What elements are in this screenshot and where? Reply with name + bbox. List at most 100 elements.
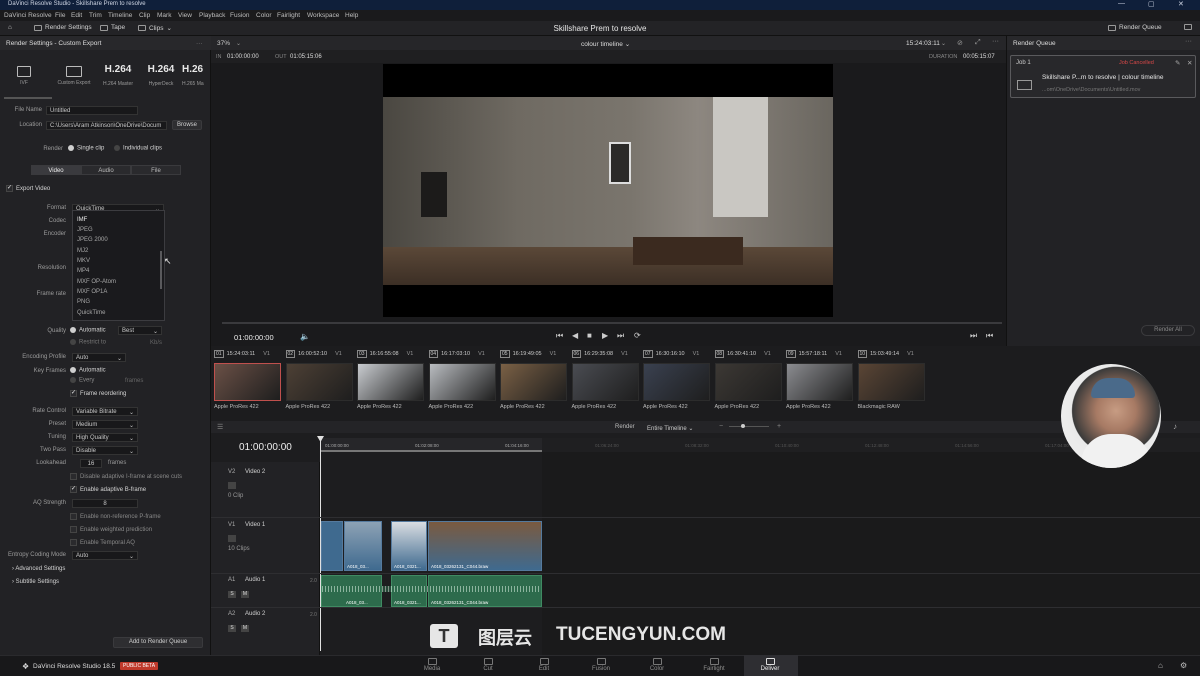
render-scope-select[interactable]: Entire Timeline ⌄ — [643, 423, 701, 432]
lookahead-input[interactable]: 16 — [80, 459, 102, 468]
menu-fusion[interactable]: Fusion — [230, 12, 250, 19]
menu-view[interactable]: View — [178, 12, 192, 19]
skip-end-icon[interactable]: ⏭ — [617, 331, 624, 341]
minimize-icon[interactable]: — — [1118, 0, 1125, 7]
zoom-level[interactable]: 37% — [217, 40, 230, 47]
track-name-v2[interactable]: Video 2 — [245, 469, 265, 475]
mute-button[interactable]: M — [241, 625, 249, 632]
preset-scrollbar[interactable] — [4, 97, 52, 99]
close-icon[interactable]: ✕ — [1187, 59, 1192, 67]
tab-file[interactable]: File — [131, 165, 181, 175]
preset-custom-export[interactable]: Custom Export — [54, 64, 94, 86]
audio-icon[interactable]: ♪ — [1173, 422, 1177, 431]
timeline-list-icon[interactable]: ☰ — [217, 423, 223, 431]
menu-color[interactable]: Color — [256, 12, 272, 19]
video-clip[interactable] — [321, 521, 343, 571]
solo-button[interactable]: S — [228, 591, 236, 598]
individual-clips-radio[interactable]: Individual clips — [114, 145, 162, 152]
video-clip[interactable]: A018_0321... — [391, 521, 427, 571]
clip-thumbnail[interactable] — [214, 363, 281, 401]
entropy-select[interactable]: Auto ⌄ — [72, 551, 138, 560]
clip-thumbnail[interactable] — [428, 363, 496, 401]
page-edit[interactable]: Edit — [519, 658, 569, 672]
chevron-down-icon[interactable]: ⌄ — [236, 40, 241, 47]
export-video-checkbox[interactable]: ✓ Export Video — [6, 185, 50, 192]
advanced-settings-toggle[interactable]: › Advanced Settings — [12, 566, 65, 572]
page-fairlight[interactable]: Fairlight — [689, 658, 739, 672]
preset-select[interactable]: Medium ⌄ — [72, 420, 138, 429]
stop-icon[interactable]: ■ — [587, 331, 592, 340]
close-icon[interactable]: ✕ — [1178, 0, 1184, 8]
zoom-slider-handle[interactable] — [741, 424, 745, 428]
single-clip-radio[interactable]: Single clip — [68, 145, 104, 152]
clips-button[interactable]: Clips ⌄ — [138, 24, 172, 32]
format-option[interactable]: JPEG — [77, 227, 93, 233]
track-name-v1[interactable]: Video 1 — [245, 522, 265, 528]
track-lock-icon[interactable] — [228, 535, 236, 542]
encoding-profile-select[interactable]: Auto ⌄ — [72, 353, 126, 362]
menu-workspace[interactable]: Workspace — [307, 12, 339, 19]
tape-button[interactable]: Tape — [100, 24, 125, 31]
quality-automatic-radio[interactable]: Automatic — [70, 327, 106, 334]
prev-clip-icon[interactable]: ⏮ — [986, 331, 993, 341]
format-option[interactable]: MP4 — [77, 268, 89, 274]
frame-reordering-checkbox[interactable]: ✓ Frame reordering — [70, 390, 126, 397]
file-name-input[interactable]: Untitled — [46, 106, 138, 115]
more-options-icon[interactable]: ··· — [992, 38, 999, 45]
video-clip[interactable]: A018_03... — [344, 521, 382, 571]
enable-bframe-checkbox[interactable]: ✓ Enable adaptive B-frame — [70, 486, 146, 493]
page-fusion[interactable]: Fusion — [576, 658, 626, 672]
format-option[interactable]: JPEG 2000 — [77, 237, 108, 243]
add-to-render-queue-button[interactable]: Add to Render Queue — [113, 637, 203, 648]
zoom-out-icon[interactable]: − — [719, 423, 723, 430]
menu-edit[interactable]: Edit — [71, 12, 82, 19]
mute-button[interactable]: M — [241, 591, 249, 598]
clip-thumbnail[interactable] — [357, 363, 424, 401]
clip-thumbnail[interactable] — [643, 363, 710, 401]
in-timecode[interactable]: 01:00:00:00 — [227, 54, 259, 60]
format-option[interactable]: MXF OP1A — [77, 289, 107, 295]
zoom-in-icon[interactable]: + — [777, 423, 781, 430]
track-lock-icon[interactable] — [228, 482, 236, 489]
tab-video[interactable]: Video — [31, 165, 81, 175]
restrict-to-radio[interactable]: Restrict to — [70, 339, 106, 346]
clip-thumbnail[interactable] — [285, 363, 353, 401]
weighted-pred-checkbox[interactable]: Enable weighted prediction — [70, 526, 152, 533]
render-queue-button[interactable]: Render Queue — [1108, 24, 1162, 31]
volume-icon[interactable]: 🔈 — [300, 332, 310, 341]
non-ref-pframe-checkbox[interactable]: Enable non-reference P-frame — [70, 513, 161, 520]
rate-control-select[interactable]: Variable Bitrate ⌄ — [72, 407, 138, 416]
two-pass-select[interactable]: Disable ⌄ — [72, 446, 138, 455]
preset-ivf[interactable]: IVF — [4, 64, 44, 86]
bypass-icon[interactable]: ⊘ — [957, 39, 963, 47]
preset-hyperdeck[interactable]: H.264 HyperDeck — [141, 64, 181, 87]
panel-toggle-icon[interactable] — [1184, 24, 1192, 30]
format-option[interactable]: PNG — [77, 299, 90, 305]
render-all-button[interactable]: Render All — [1141, 325, 1195, 336]
next-clip-icon[interactable]: ⏭ — [970, 331, 977, 341]
format-option[interactable]: MKV — [77, 258, 90, 264]
keyframes-every-radio[interactable]: Every — [70, 377, 94, 384]
menu-davinci[interactable]: DaVinci Resolve — [4, 12, 52, 19]
video-clip[interactable]: A018_03262131_C044.braw — [428, 521, 542, 571]
track-name-a2[interactable]: Audio 2 — [245, 611, 265, 617]
clip-thumbnail[interactable] — [571, 363, 639, 401]
skip-start-icon[interactable]: ⏮ — [556, 331, 563, 341]
settings-icon[interactable]: ⚙ — [1180, 661, 1187, 670]
clip-thumbnail[interactable] — [500, 363, 567, 401]
dropdown-scrollbar[interactable] — [160, 251, 162, 289]
zoom-slider[interactable] — [729, 426, 769, 427]
more-options-icon[interactable]: ··· — [196, 40, 203, 47]
edit-icon[interactable]: ✎ — [1175, 59, 1180, 67]
menu-file[interactable]: File — [55, 12, 65, 19]
location-input[interactable]: C:\Users\Aram Atkinson\OneDrive\Docum — [46, 121, 167, 130]
clip-thumbnail[interactable] — [714, 363, 782, 401]
menu-fairlight[interactable]: Fairlight — [277, 12, 300, 19]
page-color[interactable]: Color — [632, 658, 682, 672]
subtitle-settings-toggle[interactable]: › Subtitle Settings — [12, 579, 59, 585]
clip-thumbnail[interactable] — [857, 363, 925, 401]
disable-iframe-checkbox[interactable]: Disable adaptive I-frame at scene cuts — [70, 473, 182, 480]
play-icon[interactable]: ▶ — [602, 331, 608, 340]
out-timecode[interactable]: 01:05:15:06 — [290, 54, 322, 60]
menu-timeline[interactable]: Timeline — [108, 12, 132, 19]
